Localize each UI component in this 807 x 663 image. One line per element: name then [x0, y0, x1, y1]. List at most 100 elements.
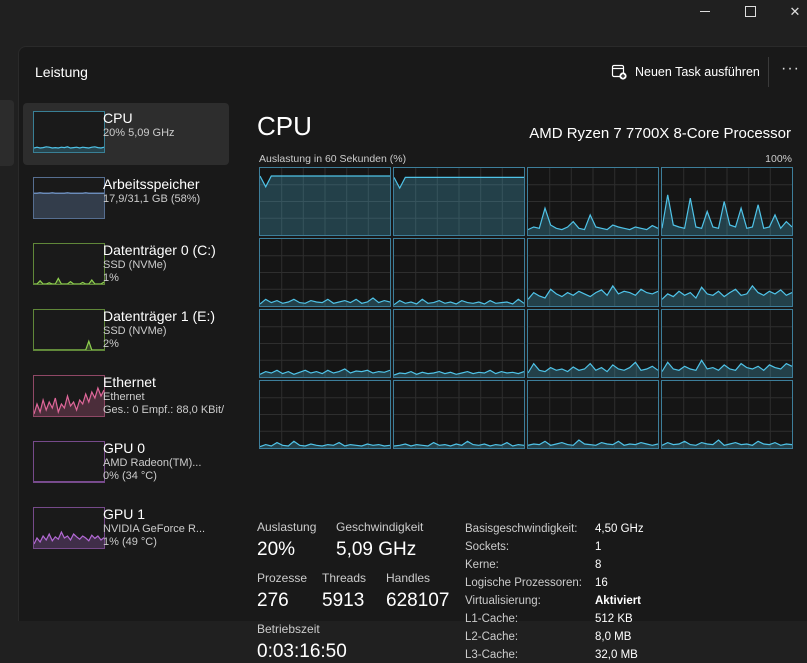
logical-processor-graph	[527, 380, 659, 449]
sidebar-item-detail: 17,9/31,1 GB (58%)	[103, 193, 231, 206]
logical-processor-graph	[527, 167, 659, 236]
page-title: Leistung	[35, 64, 88, 80]
minimize-icon	[700, 11, 710, 12]
minimize-button[interactable]	[682, 0, 728, 22]
sidebar-thumbnail-graph	[34, 508, 104, 548]
sidebar-item-title: CPU	[103, 110, 231, 127]
spec-key: Basisgeschwindigkeit:	[465, 523, 578, 535]
sidebar-thumbnail-graph	[34, 112, 104, 152]
sidebar-item[interactable]: EthernetEthernetGes.: 0 Empf.: 88,0 KBit…	[23, 367, 229, 429]
sidebar-item-thumbnail	[33, 111, 105, 153]
sidebar-item-detail: Ges.: 0 Empf.: 88,0 KBit/	[103, 404, 231, 417]
close-button[interactable]: ✕	[772, 0, 807, 22]
sidebar-item-thumbnail	[33, 309, 105, 351]
prozesse-label: Prozesse	[257, 571, 307, 585]
core-usage-graph	[260, 168, 390, 235]
sidebar-item-detail: NVIDIA GeForce R...	[103, 523, 231, 536]
nav-selection-sliver[interactable]	[0, 100, 14, 166]
logical-processor-graph	[259, 167, 391, 236]
core-usage-graph	[394, 239, 524, 306]
sidebar-item-text: Datenträger 0 (C:)SSD (NVMe)1%	[103, 242, 231, 285]
spec-key: Virtualisierung:	[465, 595, 541, 607]
logical-processor-graph	[527, 309, 659, 378]
maximize-button[interactable]	[727, 0, 773, 22]
logical-processor-graphs	[259, 167, 791, 447]
core-usage-graph	[394, 168, 524, 235]
betriebszeit-label: Betriebszeit	[257, 622, 320, 636]
spec-value: Aktiviert	[595, 595, 641, 607]
sidebar-item-text: Datenträger 1 (E:)SSD (NVMe)2%	[103, 308, 231, 351]
sidebar-item-text: EthernetEthernetGes.: 0 Empf.: 88,0 KBit…	[103, 374, 231, 417]
title-bar: ✕	[0, 0, 807, 46]
sidebar-thumbnail-graph	[34, 178, 104, 218]
core-usage-graph	[260, 239, 390, 306]
core-usage-graph	[662, 168, 792, 235]
sidebar-item-detail: Ethernet	[103, 391, 231, 404]
core-usage-graph	[394, 381, 524, 448]
geschwindigkeit-value: 5,09 GHz	[336, 539, 416, 561]
spec-value: 16	[595, 577, 608, 589]
sidebar-item-text: Arbeitsspeicher17,9/31,1 GB (58%)	[103, 176, 231, 206]
sidebar-item-detail: 1%	[103, 272, 231, 285]
close-icon: ✕	[790, 5, 801, 18]
sidebar-item-title: Arbeitsspeicher	[103, 176, 231, 193]
page-header: Leistung Neuen Task ausführen ···	[19, 47, 807, 97]
sidebar-item[interactable]: CPU20% 5,09 GHz	[23, 103, 229, 165]
sidebar-item[interactable]: GPU 1NVIDIA GeForce R...1% (49 °C)	[23, 499, 229, 561]
logical-processor-graph	[393, 238, 525, 307]
sidebar-item-detail: SSD (NVMe)	[103, 259, 231, 272]
geschwindigkeit-label: Geschwindigkeit	[336, 520, 423, 534]
logical-processor-graph	[527, 238, 659, 307]
spec-key: Sockets:	[465, 541, 509, 553]
sidebar-thumbnail-graph-area	[34, 341, 104, 350]
sidebar-item-detail: AMD Radeon(TM)...	[103, 457, 231, 470]
cpu-heading: CPU	[257, 111, 312, 142]
spec-key: Kerne:	[465, 559, 499, 571]
core-usage-graph	[528, 381, 658, 448]
core-usage-graph	[528, 168, 658, 235]
new-task-icon	[611, 64, 627, 80]
sidebar-item[interactable]: Datenträger 1 (E:)SSD (NVMe)2%	[23, 301, 229, 363]
logical-processor-graph	[393, 167, 525, 236]
sidebar-item[interactable]: GPU 0AMD Radeon(TM)...0% (34 °C)	[23, 433, 229, 495]
sidebar-item-thumbnail	[33, 177, 105, 219]
sidebar-item-detail: 0% (34 °C)	[103, 470, 231, 483]
spec-key: Logische Prozessoren:	[465, 577, 582, 589]
spec-value: 8,0 MB	[595, 631, 631, 643]
logical-processor-graph	[259, 238, 391, 307]
sidebar-item-thumbnail	[33, 243, 105, 285]
spec-value: 4,50 GHz	[595, 523, 644, 535]
logical-processor-graph	[393, 309, 525, 378]
auslastung-label: Auslastung	[257, 520, 316, 534]
sidebar-item-detail: SSD (NVMe)	[103, 325, 231, 338]
sidebar-item-detail: 1% (49 °C)	[103, 536, 231, 549]
spec-value: 32,0 MB	[595, 649, 638, 661]
logical-processor-graph	[661, 380, 793, 449]
core-usage-graph	[528, 310, 658, 377]
core-usage-graph	[260, 381, 390, 448]
sidebar-item-thumbnail	[33, 441, 105, 483]
betriebszeit-value: 0:03:16:50	[257, 641, 347, 663]
more-options-button[interactable]: ···	[781, 62, 805, 82]
sidebar-item-title: GPU 0	[103, 440, 231, 457]
prozesse-value: 276	[257, 590, 289, 612]
sidebar-item-text: GPU 1NVIDIA GeForce R...1% (49 °C)	[103, 506, 231, 549]
header-divider	[768, 57, 769, 87]
sidebar-item[interactable]: Datenträger 0 (C:)SSD (NVMe)1%	[23, 235, 229, 297]
core-usage-graph-area	[394, 177, 524, 235]
sidebar-item-detail: 2%	[103, 338, 231, 351]
new-task-button[interactable]: Neuen Task ausführen	[611, 62, 760, 82]
sidebar-item-title: Datenträger 1 (E:)	[103, 308, 231, 325]
sidebar-item-detail: 20% 5,09 GHz	[103, 127, 231, 140]
logical-processor-graph	[393, 380, 525, 449]
core-usage-graph	[260, 310, 390, 377]
handles-label: Handles	[386, 571, 430, 585]
cpu-model-name: AMD Ryzen 7 7700X 8-Core Processor	[529, 125, 791, 142]
sidebar-thumbnail-graph-area	[34, 193, 104, 218]
sidebar-item-thumbnail	[33, 507, 105, 549]
sidebar-item[interactable]: Arbeitsspeicher17,9/31,1 GB (58%)	[23, 169, 229, 231]
sidebar-thumbnail-graph-line	[34, 341, 104, 350]
core-usage-graph	[528, 239, 658, 306]
spec-value: 8	[595, 559, 601, 571]
utilization-max-label: 100%	[765, 153, 792, 165]
